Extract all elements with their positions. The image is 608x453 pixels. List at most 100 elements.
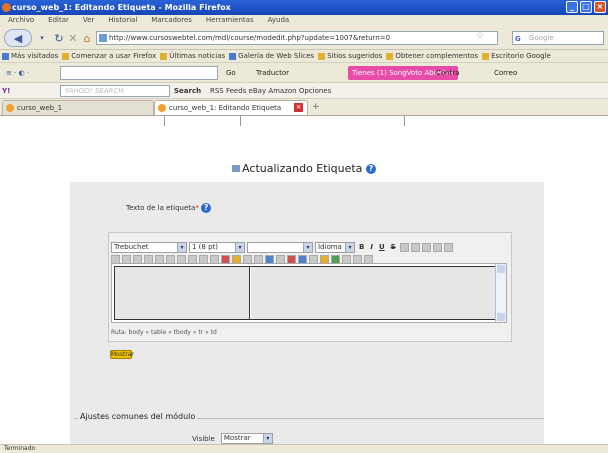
yahoo-links[interactable]: RSS Feeds eBay Amazon Opciones [210, 83, 331, 99]
divider [164, 116, 165, 126]
bookmark-item[interactable]: Más visitados [2, 50, 58, 62]
bold-button[interactable]: B [357, 243, 366, 251]
url-bar[interactable]: http://www.cursoswebtel.com/mdl/course/m… [96, 31, 498, 45]
dropdown-arrow-icon: ▾ [303, 242, 312, 252]
stop-button[interactable]: ✕ [66, 29, 80, 47]
bookmark-item[interactable]: Obtener complementos [386, 50, 478, 62]
new-tab-button[interactable]: + [312, 102, 320, 112]
table-border [114, 266, 495, 267]
strike-button[interactable]: S [389, 243, 398, 251]
dropdown-arrow-icon: ▾ [235, 242, 244, 252]
size-select[interactable]: 1 (8 pt) ▾ [189, 241, 245, 253]
bookmark-item[interactable]: Galería de Web Slices [229, 50, 314, 62]
menu-archivo[interactable]: Archivo [8, 15, 34, 26]
html-editor: Trebuchet ▾ 1 (8 pt) ▾ ▾ Idioma ▾ B I U S [108, 232, 512, 342]
menu-ver[interactable]: Ver [83, 15, 94, 26]
clean-word-icon[interactable] [421, 242, 431, 252]
scroll-up-icon[interactable] [497, 265, 505, 273]
style-select[interactable]: ▾ [247, 241, 313, 253]
close-window-button[interactable]: × [594, 1, 606, 13]
status-badge[interactable]: Mostrar [110, 350, 134, 359]
table-border [114, 319, 495, 320]
divider [404, 116, 405, 126]
yahoo-toolbar: Y! YAHOO! SEARCH Search RSS Feeds eBay A… [0, 83, 608, 99]
visible-row: Visible Mostrar ▾ [192, 433, 273, 444]
required-mark: * [195, 204, 199, 212]
menu-editar[interactable]: Editar [48, 15, 69, 26]
bookmark-folder-icon [160, 52, 168, 60]
menu-ayuda[interactable]: Ayuda [268, 15, 290, 26]
search-placeholder: Google [529, 34, 554, 42]
language-select[interactable]: Idioma ▾ [315, 241, 355, 253]
page-title: Actualizando Etiqueta ? [0, 162, 608, 175]
toolbar-logo-icon: ≡ · ◐ · [6, 69, 30, 77]
tab-strip: curso_web_1 curso_web_1: Editando Etique… [0, 99, 608, 116]
tab-editing[interactable]: curso_web_1: Editando Etiqueta × [154, 100, 308, 115]
bookmark-item[interactable]: Comenzar a usar Firefox [62, 50, 156, 62]
dropdown-arrow-icon: ▾ [345, 242, 354, 252]
bookmark-star-icon[interactable]: ☆ [476, 31, 484, 41]
redo-icon[interactable] [443, 242, 453, 252]
page-content: Actualizando Etiqueta ? Texto de la etiq… [0, 116, 608, 444]
visible-select[interactable]: Mostrar ▾ [220, 433, 273, 444]
yahoo-search-button[interactable]: Search [174, 83, 201, 99]
superscript-icon[interactable] [410, 242, 420, 252]
bookmark-item[interactable]: Sitios sugeridos [318, 50, 382, 62]
toolbar-btn-b[interactable]: Correo [490, 66, 521, 80]
window-title-bar: curso_web_1: Editando Etiqueta - Mozilla… [0, 0, 608, 15]
stop-icon: ✕ [68, 31, 78, 45]
yahoo-search-input[interactable]: YAHOO! SEARCH [60, 85, 170, 97]
subscript-icon[interactable] [399, 242, 409, 252]
editor-toolbar-row-1: Trebuchet ▾ 1 (8 pt) ▾ ▾ Idioma ▾ B I U S [111, 241, 453, 253]
italic-button[interactable]: I [368, 243, 375, 251]
url-text: http://www.cursoswebtel.com/mdl/course/m… [109, 34, 391, 42]
translate-button[interactable]: Traductor [252, 66, 293, 80]
toolbar-search-input[interactable] [60, 66, 218, 80]
yahoo-logo-icon: Y! [2, 87, 11, 95]
field-help-icon[interactable]: ? [201, 203, 212, 213]
tab-close-icon[interactable]: × [294, 103, 303, 112]
help-icon[interactable]: ? [365, 164, 376, 174]
font-select[interactable]: Trebuchet ▾ [111, 241, 187, 253]
menu-marcadores[interactable]: Marcadores [151, 15, 192, 26]
status-bar: Terminado [0, 444, 608, 453]
label-module-icon [232, 165, 241, 172]
divider [240, 116, 241, 126]
undo-icon[interactable] [432, 242, 442, 252]
visible-label: Visible [192, 434, 215, 443]
menu-bar: Archivo Editar Ver Historial Marcadores … [0, 15, 608, 26]
scroll-down-icon[interactable] [497, 313, 505, 321]
dropdown-arrow-icon: ▾ [40, 34, 44, 42]
tab-course[interactable]: curso_web_1 [2, 100, 154, 115]
editor-scrollbar[interactable] [495, 264, 506, 322]
menu-historial[interactable]: Historial [108, 15, 137, 26]
bookmark-folder-icon [386, 52, 394, 60]
forward-button[interactable]: ▾ [36, 29, 48, 47]
window-controls: _ □ × [566, 1, 606, 13]
fieldset-legend: Ajustes comunes del módulo [78, 412, 198, 421]
bookmark-item[interactable]: Escritorio Google [482, 50, 551, 62]
go-button[interactable]: Go [222, 66, 240, 80]
back-button[interactable]: ◀ [4, 29, 32, 47]
bookmark-item[interactable]: Últimas noticias [160, 50, 225, 62]
menu-herramientas[interactable]: Herramientas [206, 15, 254, 26]
bookmark-folder-icon [229, 52, 237, 60]
underline-button[interactable]: U [377, 243, 387, 251]
bookmark-folder-icon [62, 52, 70, 60]
bookmark-folder-icon [2, 52, 9, 60]
minimize-button[interactable]: _ [566, 1, 578, 13]
bookmarks-toolbar: Más visitados Comenzar a usar Firefox Úl… [0, 50, 608, 63]
dropdown-arrow-icon: ▾ [177, 242, 186, 252]
reload-button[interactable]: ↻ [52, 29, 66, 47]
editor-text-area[interactable] [111, 263, 507, 323]
window-title: curso_web_1: Editando Etiqueta - Mozilla… [12, 3, 231, 12]
table-cell[interactable] [114, 266, 250, 320]
field-label: Texto de la etiqueta* ? [126, 203, 212, 213]
home-icon: ⌂ [83, 31, 91, 45]
maximize-button[interactable]: □ [580, 1, 592, 13]
search-box[interactable]: G Google [512, 31, 604, 45]
table-cell[interactable] [251, 266, 495, 320]
tab-favicon-icon [6, 104, 14, 112]
toolbar-btn-a[interactable]: Contra [432, 66, 464, 80]
home-button[interactable]: ⌂ [80, 29, 94, 47]
